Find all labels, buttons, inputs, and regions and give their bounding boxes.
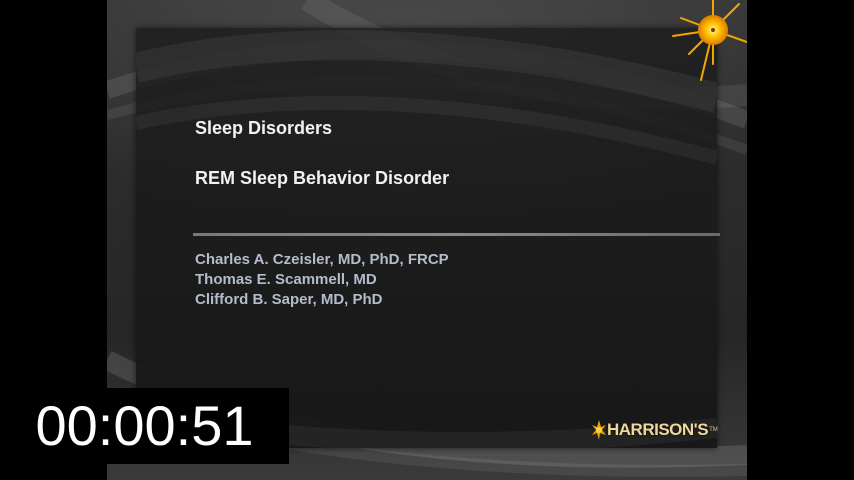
sun-icon [672,0,747,81]
logo-trademark: TM [709,427,718,433]
author-name: Thomas E. Scammell, MD [195,271,377,288]
slide-title: Sleep Disorders [195,118,333,138]
author-name: Charles A. Czeisler, MD, PhD, FRCP [195,251,449,268]
author-name: Clifford B. Saper, MD, PhD [195,291,383,308]
panel-swooshes [136,30,717,448]
elapsed-timer: 00:00:51 [0,388,289,464]
author-list: Charles A. Czeisler, MD, PhD, FRCP Thoma… [195,250,449,310]
flame-icon [592,420,606,440]
content-panel: Sleep Disorders REM Sleep Behavior Disor… [136,28,720,448]
harrisons-logo: HARRISON'S TM [591,418,718,442]
logo-text: HARRISON'S [607,420,709,439]
slide-subtitle: REM Sleep Behavior Disorder [195,168,450,188]
divider [193,233,720,236]
